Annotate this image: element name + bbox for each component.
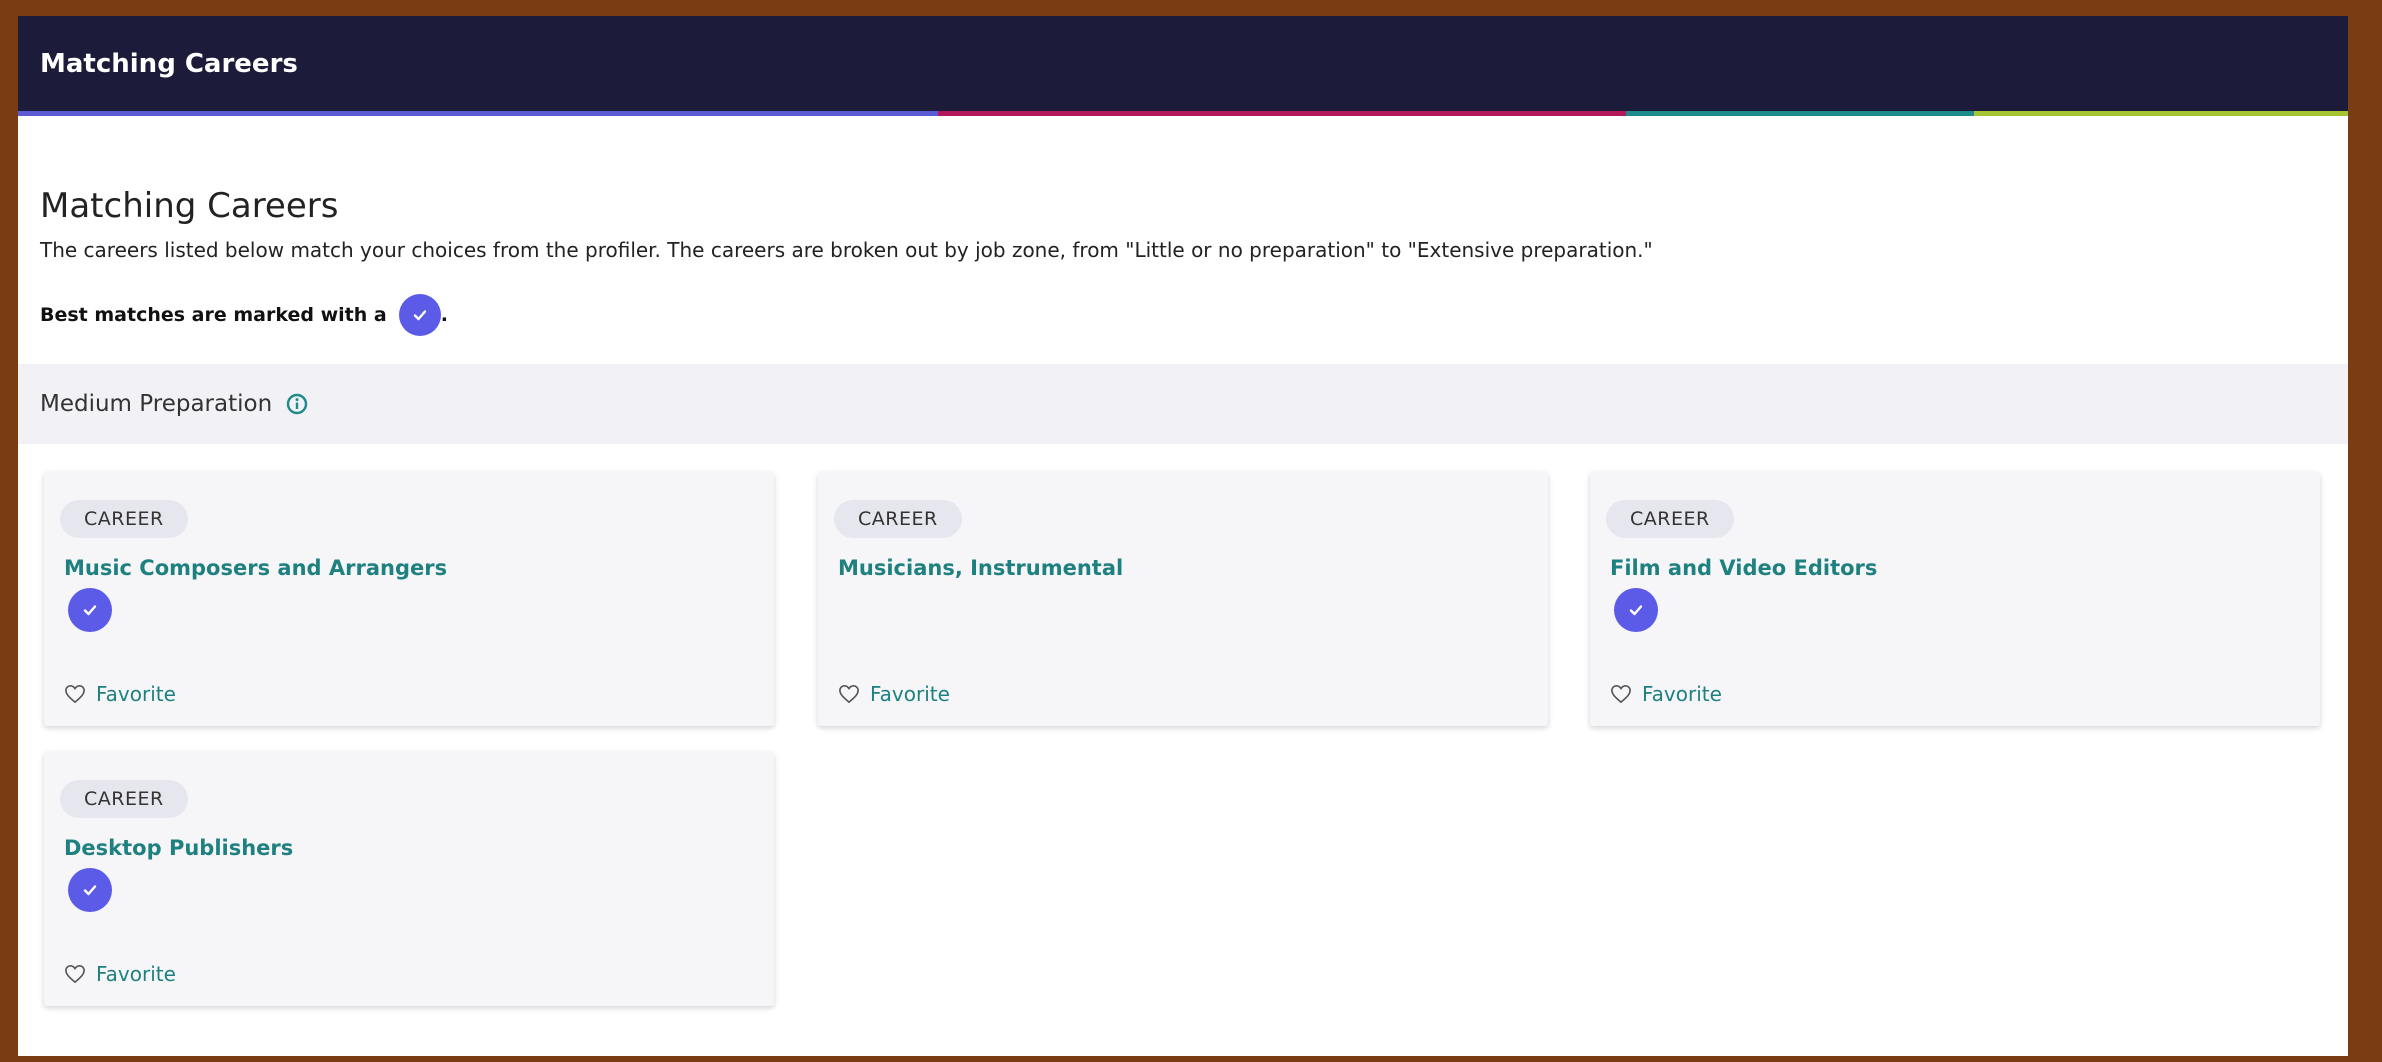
- career-title-link[interactable]: Desktop Publishers: [64, 836, 293, 860]
- best-matches-suffix: .: [440, 304, 448, 326]
- page-description: The careers listed below match your choi…: [40, 238, 1653, 262]
- app-frame: Matching Careers Matching Careers The ca…: [18, 16, 2348, 1056]
- color-bar-segment-2: [938, 111, 1626, 116]
- best-match-check-icon: [68, 588, 112, 632]
- career-title-link[interactable]: Film and Video Editors: [1610, 556, 1877, 580]
- heart-icon: [65, 964, 85, 984]
- header-title: Matching Careers: [40, 49, 298, 79]
- favorite-button[interactable]: Favorite: [838, 682, 950, 706]
- section-label: Medium Preparation: [40, 391, 273, 417]
- check-icon: [398, 294, 441, 336]
- favorite-label: Favorite: [870, 682, 950, 706]
- favorite-label: Favorite: [96, 962, 176, 986]
- career-card[interactable]: CAREER Musicians, Instrumental Favorite: [818, 472, 1548, 726]
- favorite-button[interactable]: Favorite: [1610, 682, 1722, 706]
- favorite-label: Favorite: [96, 682, 176, 706]
- best-match-check-icon: [68, 868, 112, 912]
- color-bar-segment-4: [1974, 111, 2348, 116]
- favorite-button[interactable]: Favorite: [64, 682, 176, 706]
- section-medium-preparation: Medium Preparation: [18, 364, 2348, 444]
- best-matches-note: Best matches are marked with a .: [40, 294, 448, 336]
- career-title-link[interactable]: Music Composers and Arrangers: [64, 556, 447, 580]
- color-bar-segment-1: [18, 111, 938, 116]
- career-tag: CAREER: [60, 500, 188, 538]
- page-title: Matching Careers: [40, 186, 339, 226]
- career-tag: CAREER: [60, 780, 188, 818]
- best-match-check-icon: [1614, 588, 1658, 632]
- favorite-button[interactable]: Favorite: [64, 962, 176, 986]
- heart-icon: [65, 684, 85, 704]
- favorite-label: Favorite: [1642, 682, 1722, 706]
- career-card[interactable]: CAREER Music Composers and Arrangers Fav…: [44, 472, 774, 726]
- heart-icon: [1611, 684, 1631, 704]
- career-tag: CAREER: [1606, 500, 1734, 538]
- best-matches-label: Best matches are marked with a: [40, 304, 387, 326]
- career-tag: CAREER: [834, 500, 962, 538]
- app-header: Matching Careers: [18, 16, 2348, 116]
- heart-icon: [839, 684, 859, 704]
- color-bar-segment-3: [1626, 111, 1974, 116]
- career-title-link[interactable]: Musicians, Instrumental: [838, 556, 1123, 580]
- career-card[interactable]: CAREER Film and Video Editors Favorite: [1590, 472, 2320, 726]
- header-color-bar: [18, 111, 2348, 116]
- info-icon[interactable]: [286, 393, 308, 415]
- career-card[interactable]: CAREER Desktop Publishers Favorite: [44, 752, 774, 1006]
